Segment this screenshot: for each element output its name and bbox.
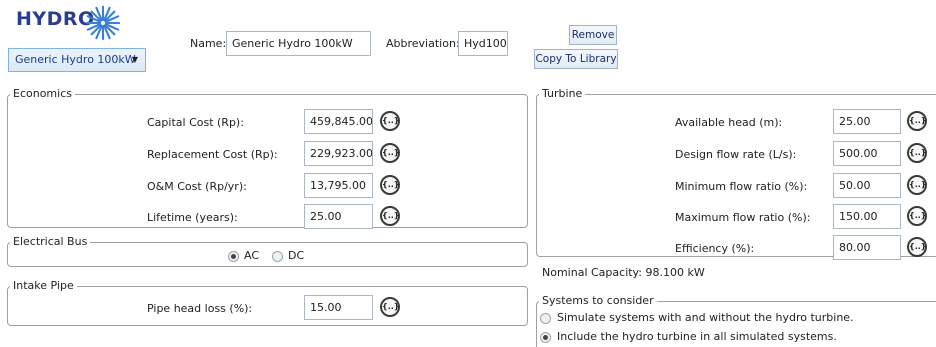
available-head-input[interactable]: 25.00 <box>833 109 901 134</box>
ac-radio[interactable] <box>228 251 239 262</box>
sensitivity-icon[interactable]: {..} <box>907 175 927 195</box>
economics-title: Economics <box>10 87 75 100</box>
remove-button[interactable]: Remove <box>569 25 617 45</box>
economics-group <box>7 94 528 228</box>
lifetime-input[interactable]: 25.00 <box>304 204 373 229</box>
simulate-with-without-label: Simulate systems with and without the hy… <box>557 311 854 324</box>
simulate-with-without-radio[interactable] <box>540 313 551 324</box>
intake-pipe-group <box>7 286 528 326</box>
hydro-turbine-logo-icon <box>85 5 121 41</box>
copy-to-library-button[interactable]: Copy To Library <box>534 49 618 69</box>
sensitivity-icon[interactable]: {..} <box>380 297 400 317</box>
nominal-capacity: Nominal Capacity: 98.100 kW <box>542 266 705 279</box>
chevron-down-icon: ▼ <box>131 55 138 64</box>
pipe-head-loss-input[interactable]: 15.00 <box>304 295 373 320</box>
om-cost-input[interactable]: 13,795.00 <box>304 173 373 198</box>
maximum-flow-ratio-label: Maximum flow ratio (%): <box>675 211 811 224</box>
include-in-all-label: Include the hydro turbine in all simulat… <box>557 330 837 343</box>
intake-pipe-title: Intake Pipe <box>10 279 77 292</box>
include-in-all-radio[interactable] <box>540 332 551 343</box>
available-head-label: Available head (m): <box>675 116 783 129</box>
dc-label: DC <box>288 249 305 262</box>
sensitivity-icon[interactable]: {..} <box>907 206 927 226</box>
electrical-bus-title: Electrical Bus <box>10 235 91 248</box>
om-cost-label: O&M Cost (Rp/yr): <box>147 180 247 193</box>
replacement-cost-label: Replacement Cost (Rp): <box>147 148 278 161</box>
pipe-head-loss-label: Pipe head loss (%): <box>147 302 253 315</box>
sensitivity-icon[interactable]: {..} <box>380 111 400 131</box>
name-label: Name: <box>190 37 227 50</box>
sensitivity-icon[interactable]: {..} <box>907 237 927 257</box>
maximum-flow-ratio-input[interactable]: 150.00 <box>833 204 901 229</box>
sensitivity-icon[interactable]: {..} <box>380 206 400 226</box>
efficiency-label: Efficiency (%): <box>675 242 755 255</box>
replacement-cost-input[interactable]: 229,923.00 <box>304 141 373 166</box>
efficiency-input[interactable]: 80.00 <box>833 235 901 260</box>
capital-cost-input[interactable]: 459,845.00 <box>304 109 373 134</box>
design-flow-rate-label: Design flow rate (L/s): <box>675 148 797 161</box>
capital-cost-label: Capital Cost (Rp): <box>147 116 244 129</box>
dc-radio[interactable] <box>272 251 283 262</box>
turbine-title: Turbine <box>539 87 586 100</box>
name-input[interactable]: Generic Hydro 100kW <box>226 31 371 56</box>
minimum-flow-ratio-label: Minimum flow ratio (%): <box>675 180 808 193</box>
sensitivity-icon[interactable]: {..} <box>380 143 400 163</box>
design-flow-rate-input[interactable]: 500.00 <box>833 141 901 166</box>
app-logo-text: HYDRO <box>16 8 95 30</box>
lifetime-label: Lifetime (years): <box>147 211 238 224</box>
minimum-flow-ratio-input[interactable]: 50.00 <box>833 173 901 198</box>
sensitivity-icon[interactable]: {..} <box>907 111 927 131</box>
abbreviation-input[interactable]: Hyd100 <box>458 31 508 56</box>
abbreviation-label: Abbreviation: <box>386 37 460 50</box>
component-select[interactable]: Generic Hydro 100kW ▼ <box>8 48 146 72</box>
ac-label: AC <box>244 249 260 262</box>
component-select-value: Generic Hydro 100kW <box>15 53 136 66</box>
systems-title: Systems to consider <box>539 294 657 307</box>
sensitivity-icon[interactable]: {..} <box>380 175 400 195</box>
sensitivity-icon[interactable]: {..} <box>907 143 927 163</box>
